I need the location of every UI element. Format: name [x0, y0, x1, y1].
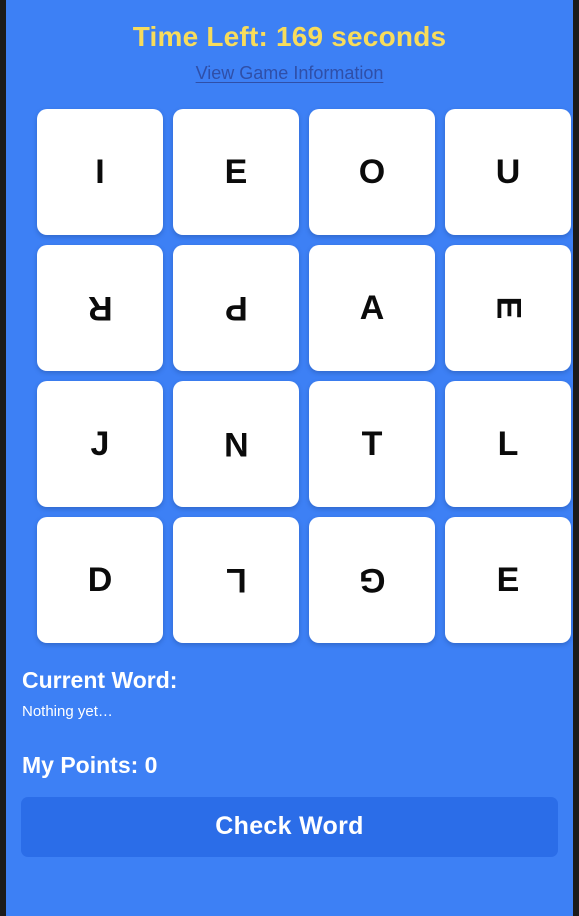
letter-tile-label: D [87, 561, 113, 600]
info-link-container: View Game Information [6, 63, 573, 84]
letter-tile[interactable]: E [445, 517, 571, 644]
letter-tile[interactable]: J [37, 381, 163, 508]
letter-tile-label: T [361, 425, 383, 464]
timer-label: Time Left: 169 seconds [132, 21, 447, 52]
letter-tile[interactable]: T [309, 381, 435, 508]
letter-tile[interactable]: P [173, 245, 299, 372]
letter-tile-label: G [358, 561, 386, 600]
letter-tile[interactable]: A [309, 245, 435, 372]
letter-tile[interactable]: E [173, 109, 299, 236]
letter-tile[interactable]: R [37, 245, 163, 372]
letter-tile-label: E [496, 561, 520, 600]
letter-tile-label: P [224, 289, 248, 328]
letter-tile-label: E [489, 297, 527, 320]
letter-tile[interactable]: G [309, 517, 435, 644]
letter-tile[interactable]: N [173, 381, 299, 508]
letter-tile-label: N [223, 425, 249, 464]
letter-tile[interactable]: U [445, 109, 571, 236]
letter-tile[interactable]: L [445, 381, 571, 508]
letter-tile-label: O [358, 153, 386, 192]
my-points-label: My Points: 0 [22, 751, 158, 778]
letter-tile[interactable]: L [173, 517, 299, 644]
letter-tile[interactable]: E [445, 245, 571, 372]
letter-board: I E O U R P A E J N T L D L G E [21, 109, 571, 644]
letter-tile-label: R [87, 289, 113, 328]
current-word-heading: Current Word: [22, 667, 178, 694]
letter-tile[interactable]: D [37, 517, 163, 644]
letter-tile-label: L [497, 425, 519, 464]
game-screen: Time Left: 169 seconds View Game Informa… [6, 0, 573, 916]
view-game-information-link[interactable]: View Game Information [196, 63, 384, 83]
letter-tile[interactable]: O [309, 109, 435, 236]
letter-tile-label: U [495, 153, 521, 192]
letter-tile-label: I [95, 153, 105, 192]
letter-tile-label: A [359, 289, 385, 328]
status-panel: Current Word: Nothing yet… My Points: 0 [6, 667, 573, 779]
check-word-button[interactable]: Check Word [21, 796, 558, 857]
letter-tile-label: E [224, 153, 248, 192]
current-word-value: Nothing yet… [22, 702, 113, 720]
letter-tile-label: J [90, 425, 110, 464]
letter-tile-label: L [225, 561, 247, 600]
letter-tile[interactable]: I [37, 109, 163, 236]
